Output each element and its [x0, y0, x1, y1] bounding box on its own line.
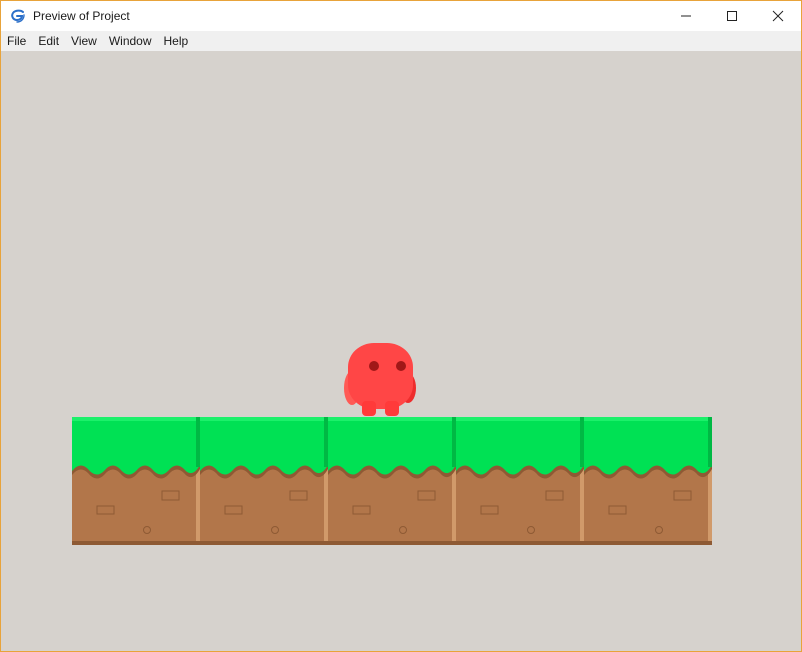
ground-tile — [72, 417, 200, 545]
window-title: Preview of Project — [33, 9, 130, 23]
ground-tile — [584, 417, 712, 545]
menu-file[interactable]: File — [1, 31, 32, 51]
close-icon — [772, 10, 784, 22]
ground-tile — [328, 417, 456, 545]
close-button[interactable] — [755, 1, 801, 31]
ground-tile — [456, 417, 584, 545]
player-eye-left — [369, 361, 379, 371]
menu-window[interactable]: Window — [103, 31, 158, 51]
minimize-button[interactable] — [663, 1, 709, 31]
ground-platform — [72, 417, 712, 545]
gdevelop-logo-icon — [9, 7, 27, 25]
player-eye-right — [396, 361, 406, 371]
minimize-icon — [681, 15, 691, 17]
title-bar[interactable]: Preview of Project — [1, 1, 801, 31]
maximize-icon — [727, 11, 737, 21]
menu-edit[interactable]: Edit — [32, 31, 65, 51]
game-canvas[interactable] — [1, 51, 801, 651]
menu-bar: File Edit View Window Help — [1, 31, 801, 51]
menu-view[interactable]: View — [65, 31, 103, 51]
preview-window: Preview of Project File Edit View Window… — [0, 0, 802, 652]
maximize-button[interactable] — [709, 1, 755, 31]
menu-help[interactable]: Help — [158, 31, 195, 51]
ground-tile — [200, 417, 328, 545]
